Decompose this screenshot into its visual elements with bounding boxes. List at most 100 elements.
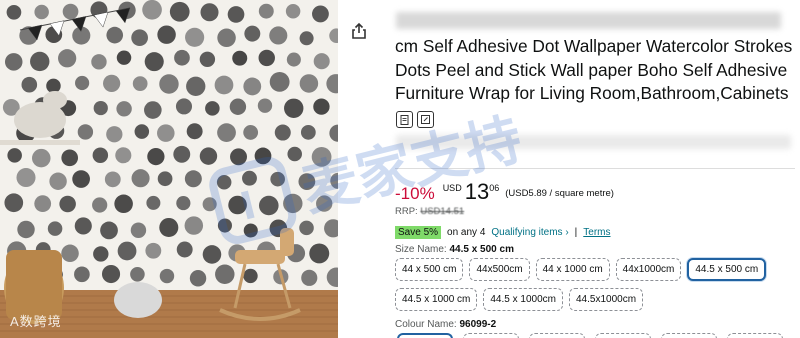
size-label-text: Size Name: [395,244,447,255]
size-option[interactable]: 44.5 x 1000 cm [395,288,478,311]
wallpaper-dot [176,196,191,211]
save-badge: Save 5% [395,226,442,239]
wallpaper-dot [16,167,36,188]
size-option[interactable]: 44.5 x 1000cm [483,288,563,311]
wallpaper-dot [159,217,179,238]
price-fraction: 06 [489,183,500,193]
wallpaper-dot [254,147,272,165]
wallpaper-dot [269,26,288,45]
colour-swatch[interactable] [595,333,651,338]
wallpaper-dot [243,77,262,96]
terms-link[interactable]: Terms [583,227,610,238]
wallpaper-dot [228,195,247,215]
discount-percent: -10% [395,184,435,203]
wallpaper-dot [58,49,77,68]
share-icon[interactable] [350,22,368,40]
wallpaper-dot [199,147,218,165]
wallpaper-dot [147,147,165,166]
wallpaper-dot [6,4,22,20]
clipboard-icon[interactable] [396,111,413,128]
wallpaper-dot [176,241,193,258]
wallpaper-dot [283,193,303,214]
wallpaper-dot [32,148,51,168]
wallpaper-dot [313,98,330,115]
wallpaper-dot [157,124,175,142]
price-currency: USD [442,183,462,193]
wallpaper-dot [159,268,175,284]
wallpaper-dot [175,98,193,115]
colour-swatch[interactable] [463,333,519,338]
wallpaper-dot [244,25,261,42]
wallpaper-dot [299,74,319,93]
wallpaper-dot [184,216,204,235]
wallpaper-dot [157,25,176,44]
wallpaper-dot [21,76,38,93]
size-option-selected[interactable]: 44.5 x 500 cm [687,258,767,281]
size-option[interactable]: 44 x 1000 cm [535,258,610,281]
wallpaper-dot [7,148,22,163]
wallpaper-dot [185,27,205,47]
wallpaper-dot [75,75,90,91]
wallpaper-dot [132,76,148,91]
wallpaper-dot [62,3,79,20]
image-watermark: A数跨境 [10,314,62,329]
colour-swatch-selected[interactable] [397,333,453,338]
wallpaper-dot [199,51,216,67]
edit-icon[interactable] [417,111,434,128]
wallpaper-dot [299,220,314,236]
size-option[interactable]: 44.5x1000cm [568,288,644,311]
wallpaper-dot [186,76,206,96]
colour-swatch[interactable] [529,333,585,338]
wallpaper-dot [189,270,207,287]
wallpaper-dot [316,195,333,212]
wallpaper-dot [243,125,259,140]
size-option[interactable]: 44x1000cm [615,258,682,281]
wallpaper-dot [4,53,23,71]
wallpaper-dot [313,53,330,70]
size-row: 44 x 500 cm 44x500cm 44 x 1000 cm 44x100… [395,258,795,281]
product-image[interactable]: A数跨境 [0,0,338,338]
wallpaper-dot [311,146,332,167]
wallpaper-dot [17,220,35,239]
wallpaper-dot [131,169,150,188]
size-option[interactable]: 44x500cm [469,258,530,281]
blurred-title-prefix [396,12,781,29]
wallpaper-dot [258,3,274,19]
wallpaper-dot [157,171,173,187]
wallpaper-image [0,0,338,338]
wallpaper-dot [46,78,61,94]
colour-swatch[interactable] [727,333,783,338]
wallpaper-dot [217,218,232,233]
wallpaper-dot [309,243,330,264]
wallpaper-dot [274,124,291,141]
wallpaper-dot [285,4,301,19]
wallpaper-dot [229,98,247,115]
wallpaper-dot [49,172,67,190]
wallpaper-dot [259,195,279,216]
qualifying-items-link[interactable]: Qualifying items › [491,227,568,238]
wallpaper-dot [130,222,147,238]
wallpaper-dot [4,193,24,213]
wallpaper-dot [106,26,124,44]
wallpaper-dot [300,124,316,140]
wallpaper-dot [61,244,79,263]
wallpaper-dot [174,49,190,66]
wallpaper-dot [34,4,49,20]
wallpaper-dot [59,195,76,213]
dinosaur-toy [43,91,67,109]
wallpaper-dot [242,170,257,186]
colour-name-label: Colour Name: 96099-2 [395,319,496,330]
wallpaper-dot [301,269,318,286]
unit-price: (USD5.89 / square metre) [505,188,614,199]
wallpaper-dot [312,5,329,23]
wallpaper-dot [30,51,50,72]
wallpaper-dot [169,1,190,22]
wallpaper-dot [72,170,90,188]
wallpaper-dot [93,100,108,116]
size-option[interactable]: 44 x 500 cm [395,258,464,281]
wallpaper-dot [116,101,132,117]
wallpaper-dot [131,29,148,47]
wallpaper-dot [227,6,245,23]
wallpaper-dot [173,145,191,163]
colour-swatch[interactable] [661,333,717,338]
